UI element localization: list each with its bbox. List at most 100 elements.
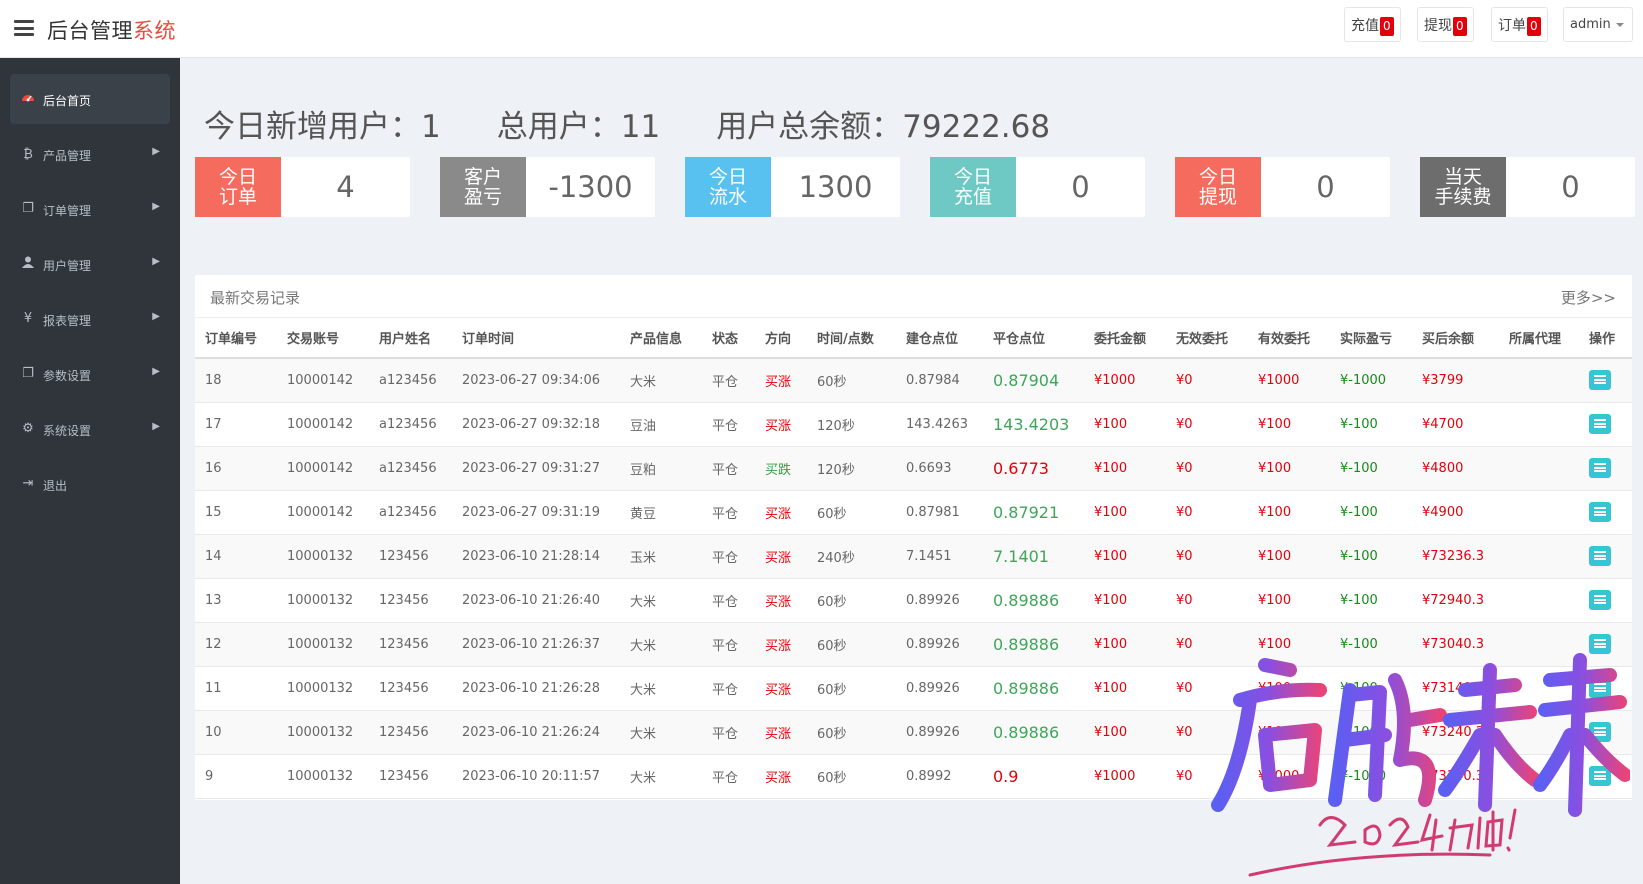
view-detail-icon[interactable] (1589, 370, 1611, 391)
column-header: 建仓点位 (896, 318, 983, 359)
cell-product: 大米 (620, 666, 702, 711)
cell-actions (1579, 402, 1632, 447)
sidebar-item-reports[interactable]: ¥ 报表管理 ▶ (10, 294, 170, 344)
stat-card-customer-pnl: 客户 盈亏 -1300 (440, 157, 655, 217)
view-detail-icon[interactable] (1589, 414, 1611, 434)
cell-order-id: 12 (195, 622, 277, 667)
view-detail-icon[interactable] (1589, 458, 1611, 478)
recharge-button[interactable]: 充值 0 (1344, 7, 1401, 42)
direction-value: 买涨 (765, 638, 792, 654)
cell-duration: 60秒 (807, 754, 896, 799)
username-value: 123456 (379, 724, 429, 740)
invalid-amount-value: ¥0 (1176, 460, 1193, 476)
brand-main-text: 后台管理 (47, 19, 133, 43)
cell-close-price: 0.6773 (983, 446, 1084, 491)
stat-card-value: 4 (336, 170, 355, 204)
duration-value: 120秒 (817, 418, 855, 434)
amount-value: ¥1000 (1094, 768, 1136, 784)
cell-product: 大米 (620, 754, 702, 799)
view-detail-icon[interactable] (1589, 590, 1611, 610)
cell-direction: 买涨 (755, 754, 807, 799)
view-detail-icon[interactable] (1589, 766, 1611, 786)
order-id-value: 11 (205, 680, 222, 696)
balance-after-value: ¥4900 (1422, 504, 1464, 520)
close-price-value: 7.1401 (993, 546, 1049, 566)
order-id-value: 9 (205, 768, 214, 784)
cell-open-price: 0.89926 (896, 710, 983, 755)
account-value: 10000132 (287, 724, 354, 740)
valid-amount-value: ¥100 (1258, 416, 1292, 432)
withdraw-count-badge: 0 (1453, 17, 1467, 36)
column-header: 时间/点数 (807, 318, 896, 359)
open-price-value: 0.89926 (906, 592, 960, 608)
copy-icon: ❐ (22, 366, 34, 381)
cell-product: 大米 (620, 578, 702, 623)
cell-username: a123456 (369, 358, 452, 403)
order-time-value: 2023-06-27 09:31:27 (462, 460, 601, 476)
duration-value: 60秒 (817, 638, 847, 654)
table-row: 9 10000132 123456 2023-06-10 20:11:57 大米 平仓 买涨… (195, 754, 1632, 799)
more-link[interactable]: 更多>> (1561, 287, 1616, 308)
order-time-value: 2023-06-10 20:11:57 (462, 768, 601, 784)
sidebar-item-products[interactable]: ₿ 产品管理 ▶ (10, 129, 170, 179)
cell-product: 豆油 (620, 402, 702, 447)
cell-duration: 120秒 (807, 446, 896, 491)
cell-order-time: 2023-06-10 21:26:40 (452, 578, 620, 623)
sidebar-item-params[interactable]: ❐ 参数设置 ▶ (10, 349, 170, 399)
stat-card-title-line1: 客户 (463, 166, 502, 188)
table-row: 10 10000132 123456 2023-06-10 21:26:24 大米 平仓 买… (195, 710, 1632, 755)
view-detail-icon[interactable] (1589, 678, 1611, 698)
open-price-value: 0.89926 (906, 636, 960, 652)
account-value: 10000132 (287, 548, 354, 564)
close-price-value: 143.4203 (993, 414, 1070, 434)
cell-actions (1579, 534, 1632, 579)
pnl-value: ¥-100 (1340, 636, 1378, 652)
invalid-amount-value: ¥0 (1176, 548, 1193, 564)
cell-actions (1579, 754, 1632, 799)
sidebar-item-home[interactable]: 后台首页 (10, 74, 170, 124)
latest-trades-panel: 最新交易记录 更多>> 订单编号 交易账号 用户姓名 订单时间 产品信息 状态 方向 时间/点… (195, 275, 1632, 800)
valid-amount-value: ¥100 (1258, 636, 1292, 652)
account-value: 10000142 (287, 460, 354, 476)
stat-card-today-recharge: 今日 充值 0 (930, 157, 1145, 217)
cell-valid-amount: ¥100 (1248, 534, 1330, 579)
view-detail-icon[interactable] (1589, 634, 1611, 654)
cell-username: 123456 (369, 754, 452, 799)
user-menu-dropdown[interactable]: admin (1563, 7, 1633, 42)
view-detail-icon[interactable] (1589, 502, 1611, 522)
hamburger-menu-icon[interactable] (14, 20, 34, 36)
orders-button[interactable]: 订单 0 (1491, 7, 1548, 42)
cell-invalid-amount: ¥0 (1166, 710, 1248, 755)
column-header: 所属代理 (1499, 318, 1579, 359)
order-time-value: 2023-06-27 09:34:06 (462, 372, 601, 388)
cell-balance-after: ¥4800 (1412, 446, 1499, 491)
column-header: 订单时间 (452, 318, 620, 359)
cell-direction: 买涨 (755, 710, 807, 755)
view-detail-icon[interactable] (1589, 546, 1611, 566)
cell-amount: ¥100 (1084, 534, 1166, 579)
stat-card-title-line2: 盈亏 (463, 186, 502, 208)
cell-invalid-amount: ¥0 (1166, 578, 1248, 623)
withdraw-button[interactable]: 提现 0 (1417, 7, 1474, 42)
sidebar-item-users[interactable]: 用户管理 ▶ (10, 239, 170, 289)
open-price-value: 0.87984 (906, 372, 960, 388)
sidebar: 后台首页 ₿ 产品管理 ▶ ❐ 订单管理 ▶ 用户管理 ▶ ¥ 报表管理 ▶ ❐… (0, 58, 180, 884)
cell-invalid-amount: ¥0 (1166, 402, 1248, 447)
cell-order-time: 2023-06-10 21:26:28 (452, 666, 620, 711)
sidebar-item-orders[interactable]: ❐ 订单管理 ▶ (10, 184, 170, 234)
cell-order-id: 18 (195, 358, 277, 403)
sidebar-item-system[interactable]: ⚙ 系统设置 ▶ (10, 404, 170, 454)
cell-agent (1499, 666, 1579, 711)
orders-count-badge: 0 (1527, 17, 1541, 36)
stat-card-title-line1: 今日 (218, 166, 257, 188)
direction-value: 买涨 (765, 418, 792, 434)
cell-direction: 买涨 (755, 666, 807, 711)
status-value: 平仓 (712, 770, 739, 786)
cell-duration: 60秒 (807, 710, 896, 755)
cell-status: 平仓 (702, 446, 755, 491)
view-detail-icon[interactable] (1589, 722, 1611, 742)
cell-username: 123456 (369, 622, 452, 667)
stat-card-title-line2: 提现 (1198, 186, 1237, 208)
withdraw-label: 提现 (1424, 18, 1452, 34)
sidebar-item-logout[interactable]: ⇥ 退出 (10, 459, 170, 509)
